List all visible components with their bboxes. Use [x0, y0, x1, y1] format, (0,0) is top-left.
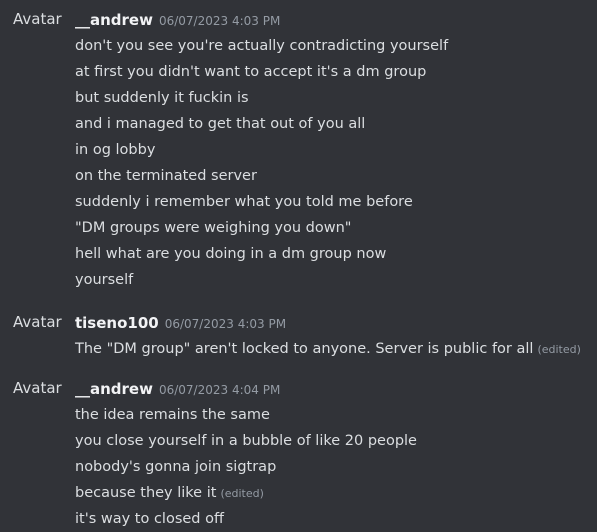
message-text: yourself	[75, 272, 134, 288]
message-text: don't you see you're actually contradict…	[75, 38, 449, 54]
message-content: The "DM group" aren't locked to anyone. …	[75, 336, 581, 362]
avatar[interactable]: Avatar	[13, 10, 62, 28]
message-text: hell what are you doing in a dm group no…	[75, 246, 387, 262]
message-line: don't you see you're actually contradict…	[75, 33, 448, 59]
edited-label: (edited)	[220, 487, 264, 500]
timestamp: 06/07/2023 4:04 PM	[158, 383, 281, 397]
message-line: yourself	[75, 267, 448, 293]
message-text: but suddenly it fuckin is	[75, 90, 249, 106]
message-text: in og lobby	[75, 142, 156, 158]
message-header: __andrew 06/07/2023 4:04 PM	[75, 379, 280, 399]
message-line: because they like it (edited)	[75, 480, 417, 506]
avatar[interactable]: Avatar	[13, 379, 62, 397]
message-text: you close yourself in a bubble of like 2…	[75, 433, 417, 449]
message-line: suddenly i remember what you told me bef…	[75, 189, 448, 215]
username[interactable]: __andrew	[75, 11, 153, 29]
message-header: tiseno100 06/07/2023 4:03 PM	[75, 313, 286, 333]
message-line: The "DM group" aren't locked to anyone. …	[75, 336, 581, 362]
message-content: don't you see you're actually contradict…	[75, 33, 448, 293]
message-text: at first you didn't want to accept it's …	[75, 64, 427, 80]
message-text: it's way to closed off	[75, 511, 224, 527]
message-text: the idea remains the same	[75, 407, 270, 423]
username[interactable]: tiseno100	[75, 314, 159, 332]
message-line: and i managed to get that out of you all	[75, 111, 448, 137]
timestamp: 06/07/2023 4:03 PM	[158, 14, 281, 28]
message-text: "DM groups were weighing you down"	[75, 220, 352, 236]
message-text: nobody's gonna join sigtrap	[75, 459, 277, 475]
message-line: nobody's gonna join sigtrap	[75, 454, 417, 480]
message-text: because they like it	[75, 485, 217, 501]
chat-message-list: Avatar __andrew 06/07/2023 4:03 PM don't yo…	[0, 0, 597, 529]
message-content: the idea remains the same you close yours…	[75, 402, 417, 532]
message-line: in og lobby	[75, 137, 448, 163]
edited-label: (edited)	[537, 343, 581, 356]
message-line: but suddenly it fuckin is	[75, 85, 448, 111]
username[interactable]: __andrew	[75, 380, 153, 398]
message-line: "DM groups were weighing you down"	[75, 215, 448, 241]
message-header: __andrew 06/07/2023 4:03 PM	[75, 10, 280, 30]
message-line: hell what are you doing in a dm group no…	[75, 241, 448, 267]
message-line: it's way to closed off	[75, 506, 417, 532]
message-line: at first you didn't want to accept it's …	[75, 59, 448, 85]
message-line: you close yourself in a bubble of like 2…	[75, 428, 417, 454]
avatar[interactable]: Avatar	[13, 313, 62, 331]
timestamp: 06/07/2023 4:03 PM	[164, 317, 287, 331]
message-line: the idea remains the same	[75, 402, 417, 428]
message-text: suddenly i remember what you told me bef…	[75, 194, 413, 210]
message-text: on the terminated server	[75, 168, 257, 184]
message-text: and i managed to get that out of you all	[75, 116, 366, 132]
message-line: on the terminated server	[75, 163, 448, 189]
message-text: The "DM group" aren't locked to anyone. …	[75, 341, 534, 357]
